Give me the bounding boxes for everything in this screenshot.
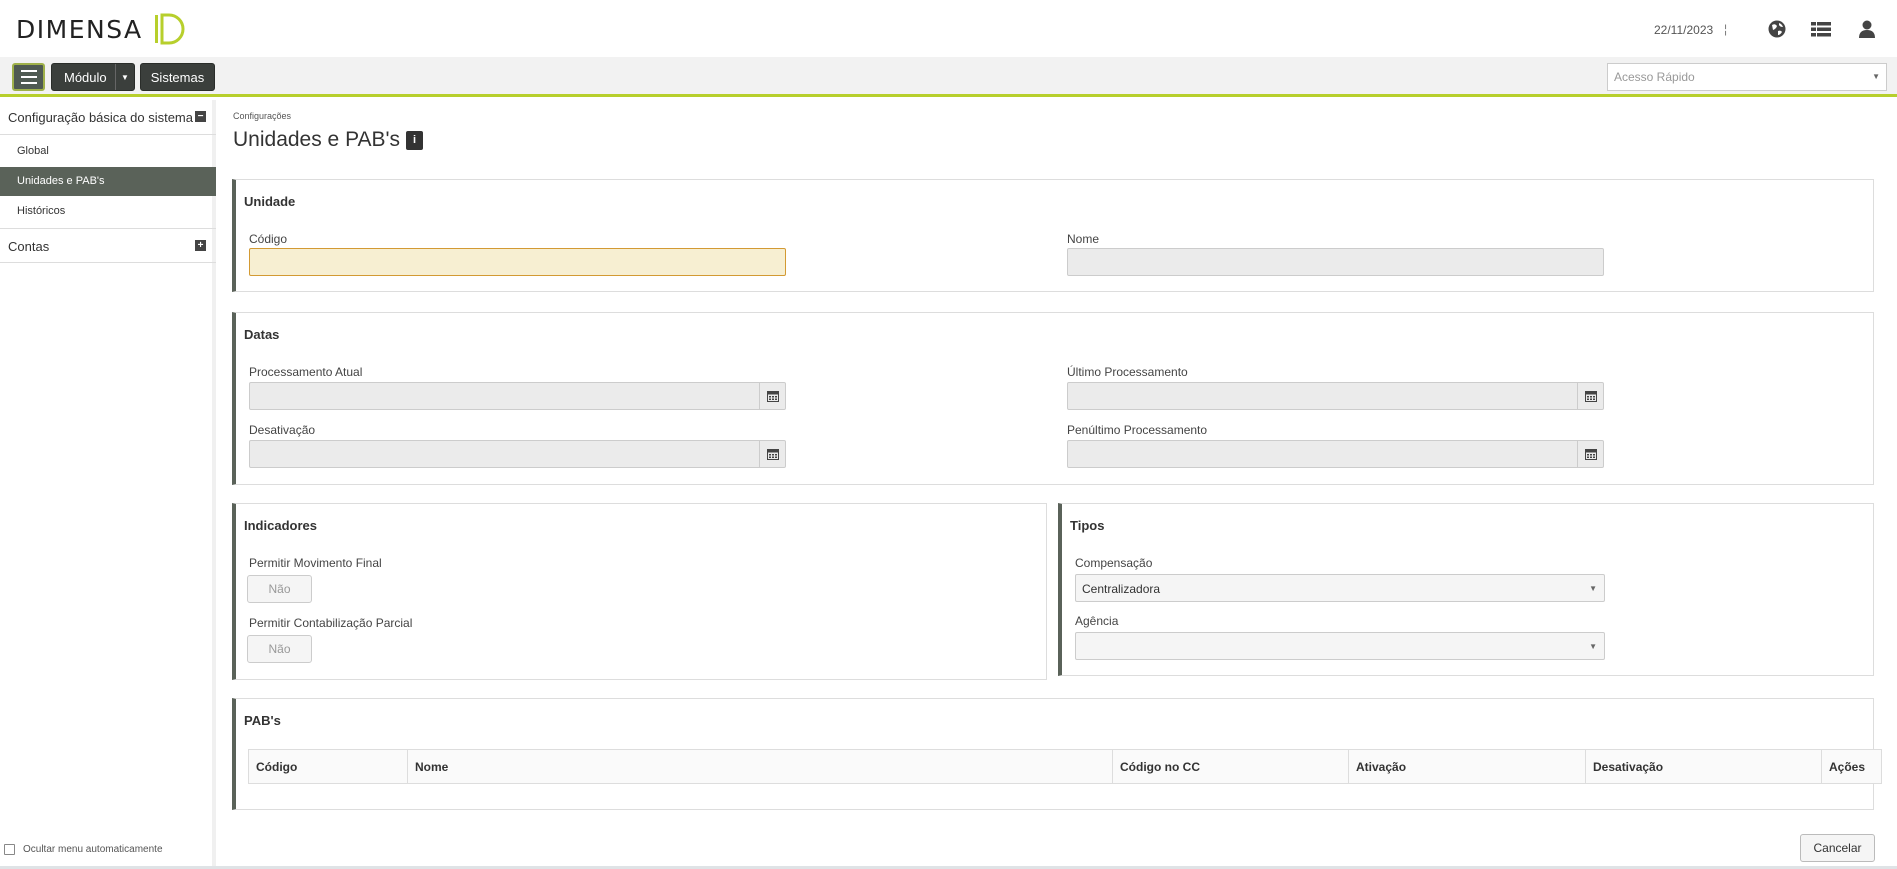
column-header-codigo-cc[interactable]: Código no CC <box>1113 750 1349 783</box>
list-icon[interactable] <box>1811 19 1831 39</box>
quick-access-placeholder: Acesso Rápido <box>1614 70 1695 84</box>
panel-title: Datas <box>244 327 280 342</box>
logo-mark-icon <box>154 13 185 45</box>
page-title-text: Unidades e PAB's <box>233 128 401 151</box>
caret-down-icon: ▼ <box>1872 72 1880 81</box>
modulo-button[interactable]: Módulo ▼ <box>51 63 135 91</box>
sidebar-item-unidades-pabs[interactable]: Unidades e PAB's <box>0 167 216 196</box>
current-date: 22/11/2023 <box>1654 23 1714 37</box>
agencia-label: Agência <box>1075 614 1119 628</box>
quick-access-select[interactable]: Acesso Rápido ▼ <box>1607 63 1887 91</box>
column-header-codigo[interactable]: Código <box>249 750 408 783</box>
sistemas-button[interactable]: Sistemas <box>140 63 215 91</box>
logo: DIMENSA <box>16 12 187 46</box>
auto-hide-checkbox[interactable] <box>4 844 15 855</box>
ultimo-processamento-input[interactable] <box>1067 382 1604 410</box>
sidebar-section-label: Contas <box>8 239 50 254</box>
nome-input[interactable] <box>1067 248 1604 276</box>
auto-hide-label: Ocultar menu automaticamente <box>23 844 163 855</box>
globe-icon[interactable] <box>1767 19 1787 39</box>
sidebar-section-label: Configuração básica do sistema <box>8 110 193 125</box>
panel-title: Unidade <box>244 194 296 209</box>
ultimo-processamento-label: Último Processamento <box>1067 365 1188 379</box>
column-header-nome[interactable]: Nome <box>408 750 1113 783</box>
column-header-acoes: Ações <box>1829 760 1866 774</box>
sidebar-item-historicos[interactable]: Históricos <box>0 197 216 226</box>
info-icon[interactable]: i <box>406 130 424 150</box>
contabilizacao-parcial-label: Permitir Contabilização Parcial <box>249 616 413 630</box>
tipos-panel: Tipos Compensação Centralizadora ▼ Agênc… <box>1058 503 1874 676</box>
desativacao-label: Desativação <box>249 423 316 437</box>
sidebar-section-configuracao[interactable]: Configuração básica do sistema − <box>0 100 216 135</box>
page-title: Unidades e PAB's i <box>233 128 424 152</box>
penultimo-processamento-input[interactable] <box>1067 440 1604 468</box>
codigo-label: Código <box>249 232 288 246</box>
datas-panel: Datas Processamento Atual Último Process… <box>232 312 1874 485</box>
pabs-table-header: Código Nome Código no CC Ativação Desati… <box>248 749 1882 784</box>
expand-icon[interactable]: + <box>195 240 206 251</box>
sidebar-section-contas[interactable]: Contas + <box>0 228 216 263</box>
calendar-icon[interactable] <box>759 441 785 467</box>
movimento-final-label: Permitir Movimento Final <box>249 556 382 570</box>
panel-title: PAB's <box>244 713 281 728</box>
user-icon[interactable] <box>1857 19 1877 39</box>
caret-down-icon[interactable]: ▼ <box>115 64 134 90</box>
logo-text: DIMENSA <box>16 14 143 44</box>
penultimo-processamento-label: Penúltimo Processamento <box>1067 423 1208 437</box>
column-header-desativacao[interactable]: Desativação <box>1586 750 1822 783</box>
hamburger-icon <box>20 68 37 86</box>
modulo-label: Módulo <box>64 69 107 85</box>
auto-hide-menu[interactable]: Ocultar menu automaticamente <box>4 844 163 855</box>
caret-down-icon: ▼ <box>1589 584 1597 593</box>
compensacao-value: Centralizadora <box>1082 582 1161 596</box>
top-header: DIMENSA 22/11/2023 ¦ <box>0 0 1897 57</box>
caret-down-icon: ▼ <box>1589 642 1597 651</box>
calendar-icon[interactable] <box>1577 383 1603 409</box>
cancel-button[interactable]: Cancelar <box>1800 834 1875 862</box>
column-header-ativacao[interactable]: Ativação <box>1349 750 1586 783</box>
processamento-atual-input[interactable] <box>249 382 786 410</box>
agencia-select[interactable]: ▼ <box>1075 632 1605 660</box>
menu-toggle-button[interactable] <box>12 63 45 91</box>
panel-title: Tipos <box>1070 518 1105 533</box>
toolbar: Módulo ▼ Sistemas Acesso Rápido ▼ <box>0 57 1897 97</box>
compensacao-select[interactable]: Centralizadora ▼ <box>1075 574 1605 602</box>
compensacao-label: Compensação <box>1075 556 1153 570</box>
sidebar-item-global[interactable]: Global <box>0 137 216 166</box>
movimento-final-toggle[interactable]: Não <box>247 575 312 603</box>
desativacao-input[interactable] <box>249 440 786 468</box>
sidebar: Configuração básica do sistema − Global … <box>0 100 216 869</box>
contabilizacao-parcial-toggle[interactable]: Não <box>247 635 312 663</box>
header-separator: ¦ <box>1724 22 1728 36</box>
calendar-icon[interactable] <box>1577 441 1603 467</box>
collapse-icon[interactable]: − <box>195 111 206 122</box>
codigo-input[interactable] <box>249 248 786 276</box>
calendar-icon[interactable] <box>759 383 785 409</box>
panel-title: Indicadores <box>244 518 317 533</box>
breadcrumb[interactable]: Configurações <box>233 111 291 121</box>
unidade-panel: Unidade Código Nome <box>232 179 1874 292</box>
nome-label: Nome <box>1067 232 1100 246</box>
processamento-atual-label: Processamento Atual <box>249 365 363 379</box>
pabs-panel: PAB's Código Nome Código no CC Ativação … <box>232 698 1882 810</box>
indicadores-panel: Indicadores Permitir Movimento Final Não… <box>232 503 1047 680</box>
